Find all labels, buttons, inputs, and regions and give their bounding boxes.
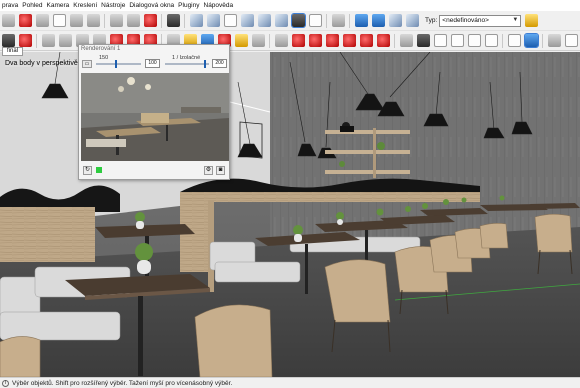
toolbar-separator (104, 13, 105, 28)
toolbar-separator (161, 13, 162, 28)
sketchup-window: prava Pohled Kamera Kreslení Nástroje Di… (0, 0, 580, 388)
toolbar-separator (349, 13, 350, 28)
house-roof-icon[interactable] (468, 34, 481, 47)
menu-windows[interactable]: Dialogová okna (129, 2, 174, 9)
line-tool-icon[interactable] (2, 34, 15, 47)
toolbar-separator (184, 13, 185, 28)
render-status-indicator (96, 167, 102, 173)
previous-view-icon[interactable] (292, 34, 305, 47)
render-preview-image (81, 73, 229, 161)
renderer-controls: ▭ 150 1 / Izolačné 100 200 (79, 54, 229, 71)
renderer-footer: ↻ ⚙ ◙ (79, 161, 229, 179)
zoom-tool-icon[interactable] (252, 34, 265, 47)
cube-blue-icon[interactable] (372, 14, 385, 27)
section-cut-icon[interactable] (548, 34, 561, 47)
house-icon[interactable] (434, 34, 447, 47)
redo-icon[interactable] (127, 14, 140, 27)
components-icon[interactable] (167, 14, 180, 27)
paste-icon[interactable] (70, 14, 83, 27)
render-material-icon[interactable] (343, 34, 356, 47)
axes-icon[interactable] (332, 14, 345, 27)
menu-plugins[interactable]: Pluginy (178, 2, 199, 9)
freehand-tool-icon[interactable] (19, 34, 32, 47)
tag-select-value: <nedefinováno> (442, 16, 489, 24)
toolbar-separator (36, 33, 37, 48)
sandbox-icon[interactable] (400, 34, 413, 47)
house-side-icon[interactable] (451, 34, 464, 47)
xray-icon[interactable] (258, 14, 271, 27)
status-bar: i Výběr objektů. Shift pro rozšířený výb… (0, 377, 580, 388)
tag-combo: Typ: <nedefinováno> ▼ (425, 14, 522, 27)
circle-tool-icon[interactable] (59, 34, 72, 47)
render-preview (81, 73, 229, 161)
quality-slider[interactable] (96, 60, 141, 68)
toolbar-separator (394, 33, 395, 48)
copy-icon[interactable] (53, 14, 66, 27)
renderer-window: Renderování 1 ▭ 150 1 / Izolačné 100 200 (78, 44, 230, 180)
toolbar-separator (326, 13, 327, 28)
quality-slider-thumb[interactable] (115, 60, 118, 68)
cut-icon[interactable] (36, 14, 49, 27)
toolbar-separator (542, 33, 543, 48)
eraser-icon[interactable] (19, 14, 32, 27)
render-plugin-icon[interactable] (309, 34, 322, 47)
toolbar-separator (269, 33, 270, 48)
scene-tab-final[interactable]: final (2, 47, 24, 56)
renderer-title: Renderování 1 (81, 46, 121, 52)
renderer-mode-icon[interactable]: ▭ (82, 60, 92, 68)
toolbar-separator (502, 33, 503, 48)
samples-label: 1 / Izolačné (172, 55, 201, 61)
model-info-icon[interactable] (144, 14, 157, 27)
menu-draw[interactable]: Kreslení (73, 2, 97, 9)
render-light-icon[interactable] (360, 34, 373, 47)
pan-tool-icon[interactable] (235, 34, 248, 47)
house-back-icon[interactable] (485, 34, 498, 47)
gear-icon[interactable]: ⚙ (204, 166, 213, 175)
tag-manager-icon[interactable] (525, 14, 539, 27)
info-icon[interactable]: i (2, 379, 9, 387)
cube-side-icon[interactable] (406, 14, 419, 27)
right-view-icon[interactable] (241, 14, 254, 27)
section-plane-icon[interactable] (508, 34, 521, 47)
monochrome-icon[interactable] (309, 14, 322, 27)
undo-icon[interactable] (110, 14, 123, 27)
quality-label: 150 (99, 55, 109, 61)
iso-view-icon[interactable] (190, 14, 203, 27)
status-text: Výběr objektů. Shift pro rozšířený výběr… (12, 379, 233, 387)
quality-value-field[interactable]: 100 (145, 59, 160, 68)
camera-icon[interactable]: ◙ (216, 166, 225, 175)
menu-help[interactable]: Nápověda (204, 2, 234, 9)
shadows-icon[interactable] (565, 34, 578, 47)
menu-view[interactable]: Pohled (22, 2, 42, 9)
shaded-textures-icon[interactable] (291, 13, 306, 28)
warehouse-icon[interactable] (417, 34, 430, 47)
menu-tools[interactable]: Nástroje (101, 2, 125, 9)
wireframe-icon[interactable] (275, 14, 288, 27)
zoom-extents-icon[interactable] (275, 34, 288, 47)
cube-select-icon[interactable] (355, 14, 368, 27)
rectangle-tool-icon[interactable] (42, 34, 55, 47)
scene-description: Dva body v perspektivě (5, 60, 78, 67)
delete-icon[interactable] (87, 14, 100, 27)
samples-slider[interactable] (165, 60, 209, 68)
select-arrow-icon[interactable] (2, 14, 15, 27)
display-section-icon[interactable] (524, 33, 539, 48)
render-settings-icon[interactable] (326, 34, 339, 47)
menu-bar: prava Pohled Kamera Kreslení Nástroje Di… (0, 0, 580, 11)
samples-value-field[interactable]: 200 (212, 59, 227, 68)
tag-label: Typ: (425, 17, 438, 24)
cube-front-icon[interactable] (389, 14, 402, 27)
top-view-icon[interactable] (207, 14, 220, 27)
chevron-down-icon: ▼ (512, 16, 519, 23)
render-camera-icon[interactable] (377, 34, 390, 47)
samples-slider-thumb[interactable] (203, 60, 206, 68)
front-view-icon[interactable] (224, 14, 237, 27)
menu-edit[interactable]: prava (2, 2, 18, 9)
menu-camera[interactable]: Kamera (47, 2, 70, 9)
refresh-icon[interactable]: ↻ (83, 166, 92, 175)
main-toolbar: Typ: <nedefinováno> ▼ (0, 11, 580, 31)
tag-select[interactable]: <nedefinováno> ▼ (439, 14, 522, 27)
